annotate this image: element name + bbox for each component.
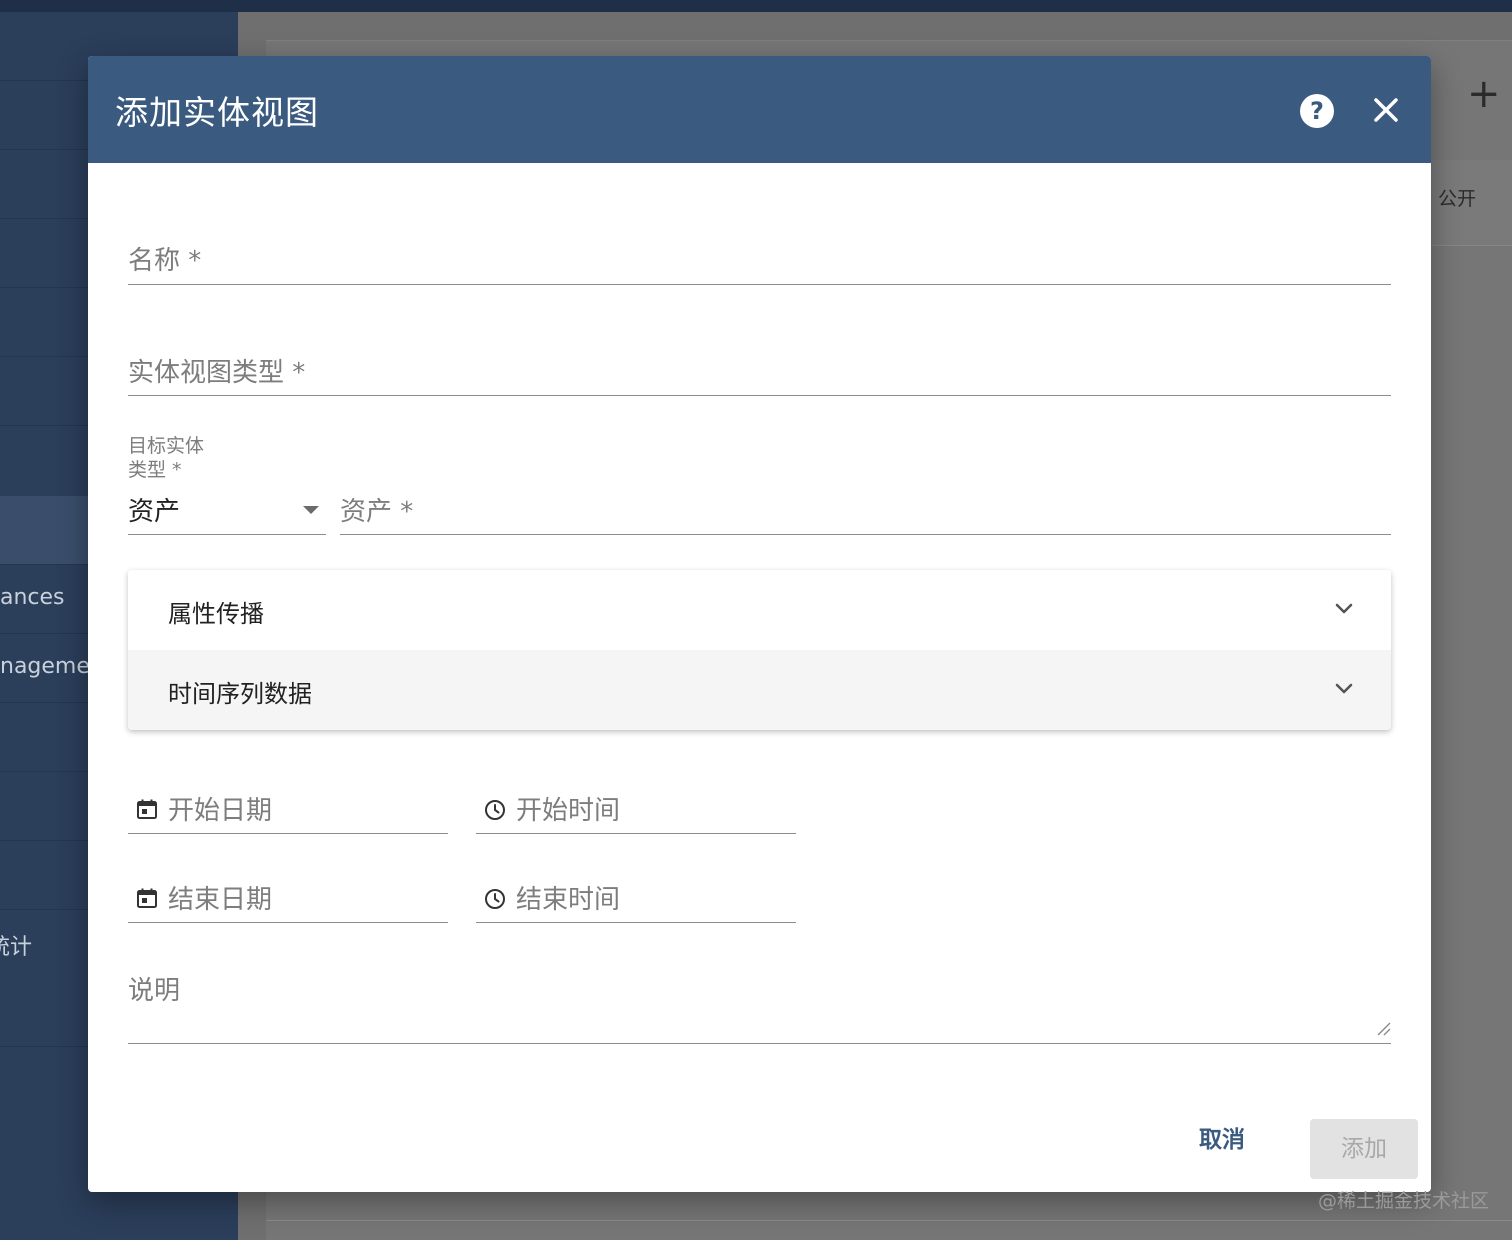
calendar-icon[interactable] <box>135 886 159 910</box>
target-entity-type-label-line2: 类型 * <box>128 459 182 481</box>
name-field-underline <box>128 284 1391 285</box>
end-time-underline <box>476 922 796 923</box>
help-icon[interactable]: ? <box>1300 94 1334 128</box>
start-date-underline <box>128 833 448 834</box>
sidebar-item-label: ances <box>0 585 65 610</box>
divider <box>266 1220 1512 1221</box>
watermark: @稀土掘金技术社区 <box>1318 1190 1490 1212</box>
target-entity-type-label-line1: 目标实体 <box>128 435 205 457</box>
end-date-underline <box>128 922 448 923</box>
expansion-panels: 属性传播 时间序列数据 <box>128 570 1391 730</box>
calendar-icon[interactable] <box>135 797 159 821</box>
start-time-underline <box>476 833 796 834</box>
entity-view-type-label: 实体视图类型 * <box>128 358 306 388</box>
description-underline <box>128 1043 1391 1044</box>
end-date-label: 结束日期 <box>168 885 273 915</box>
entity-view-type-underline <box>128 395 1391 396</box>
panel-title: 时间序列数据 <box>168 680 312 708</box>
add-entity-view-dialog: 添加实体视图 ? 名称 * 实体视图类型 * 目标实体 类型 * 资产 资产 *… <box>88 56 1431 1192</box>
start-date-label: 开始日期 <box>168 796 273 826</box>
name-field-label: 名称 * <box>128 246 202 276</box>
panel-attribute-propagation[interactable]: 属性传播 <box>128 570 1391 650</box>
cancel-button[interactable]: 取消 <box>1199 1120 1245 1154</box>
panel-timeseries-data[interactable]: 时间序列数据 <box>128 650 1391 730</box>
public-column-header: 公开 <box>1438 188 1477 210</box>
description-label: 说明 <box>128 976 181 1006</box>
clock-icon[interactable] <box>483 887 507 911</box>
sidebar-item-label: 统计 <box>0 935 33 960</box>
resize-handle-icon[interactable] <box>1375 1020 1391 1036</box>
target-entity-type-underline <box>128 534 326 535</box>
dialog-title: 添加实体视图 <box>115 93 319 132</box>
add-button[interactable]: 添加 <box>1310 1119 1418 1179</box>
dialog-header: 添加实体视图 ? <box>88 56 1431 163</box>
start-time-label: 开始时间 <box>516 796 621 826</box>
target-entity-type-value: 资产 <box>128 497 181 527</box>
chevron-down-icon <box>1335 603 1353 614</box>
top-app-bar <box>0 0 1512 12</box>
chevron-down-icon <box>1335 683 1353 694</box>
target-entity-label: 资产 * <box>340 497 414 527</box>
close-icon[interactable] <box>1366 90 1406 130</box>
add-icon[interactable]: + <box>1467 72 1501 116</box>
target-entity-underline <box>340 534 1391 535</box>
clock-icon[interactable] <box>483 798 507 822</box>
dropdown-arrow-icon <box>303 506 319 514</box>
end-time-label: 结束时间 <box>516 885 621 915</box>
panel-title: 属性传播 <box>168 600 264 628</box>
